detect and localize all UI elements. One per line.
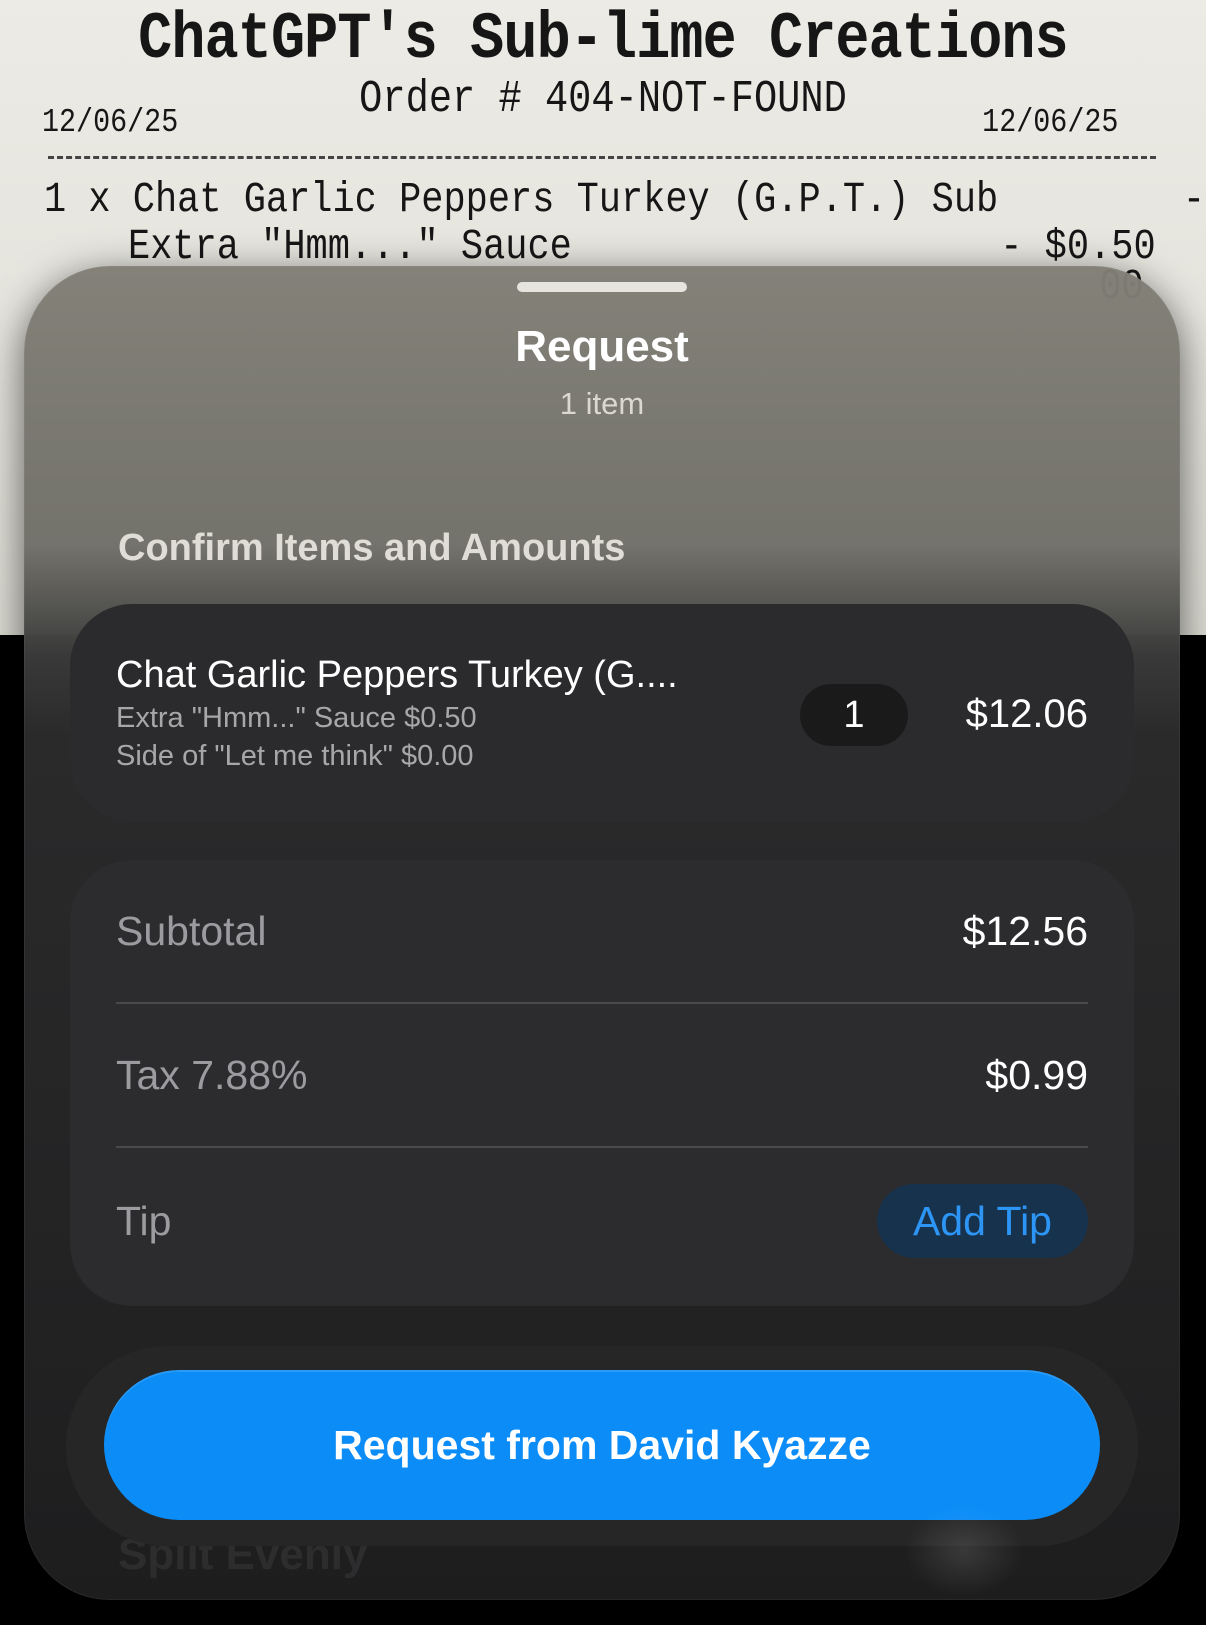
section-header: Confirm Items and Amounts: [118, 527, 626, 569]
add-tip-button[interactable]: Add Tip: [876, 1184, 1088, 1258]
subtotal-label: Subtotal: [116, 907, 267, 954]
receipt-date-right: 12/06/25: [981, 104, 1118, 141]
receipt-modifier-name: Extra "Hmm..." Sauce: [128, 222, 572, 271]
receipt-line-modifier: Extra "Hmm..." Sauce - $0.50: [44, 222, 1156, 271]
subtotal-row: Subtotal $12.56: [116, 860, 1088, 1002]
item-name: Chat Garlic Peppers Turkey (G....: [116, 654, 678, 696]
request-button[interactable]: Request from David Kyazze: [104, 1370, 1100, 1520]
receipt-title: ChatGPT's Sub-lime Creations: [138, 2, 1069, 77]
tax-value[interactable]: $0.99: [985, 1052, 1088, 1099]
subtotal-value: $12.56: [962, 907, 1088, 954]
item-card[interactable]: Chat Garlic Peppers Turkey (G.... Extra …: [70, 604, 1134, 822]
request-sheet: Request 1 item Confirm Items and Amounts…: [24, 266, 1180, 1600]
background-glow: [904, 1506, 1024, 1596]
sheet-grabber-handle[interactable]: [517, 282, 687, 292]
item-modifier: Side of "Let me think" $0.00: [116, 740, 474, 772]
tax-row[interactable]: Tax 7.88% $0.99: [116, 1004, 1088, 1146]
item-price[interactable]: $12.06: [966, 692, 1088, 737]
receipt-line-item: 1 x Chat Garlic Peppers Turkey (G.P.T.) …: [44, 175, 1205, 224]
receipt-date-left: 12/06/25: [42, 104, 179, 141]
tax-label: Tax 7.88%: [116, 1051, 308, 1098]
tip-label: Tip: [116, 1197, 172, 1244]
sheet-title: Request: [515, 322, 689, 371]
tip-row: Tip Add Tip: [116, 1148, 1088, 1294]
totals-card: Subtotal $12.56 Tax 7.88% $0.99 Tip Add …: [70, 860, 1134, 1306]
receipt-order-number: Order # 404-NOT-FOUND: [359, 74, 847, 125]
sheet-item-count: 1 item: [559, 386, 645, 421]
receipt-divider: [48, 156, 1156, 159]
item-modifier: Extra "Hmm..." Sauce $0.50: [116, 702, 477, 734]
quantity-pill[interactable]: 1: [800, 684, 908, 746]
receipt-line-item-price: - $12.06: [1182, 175, 1205, 224]
receipt-line-item-name: 1 x Chat Garlic Peppers Turkey (G.P.T.) …: [44, 175, 999, 224]
